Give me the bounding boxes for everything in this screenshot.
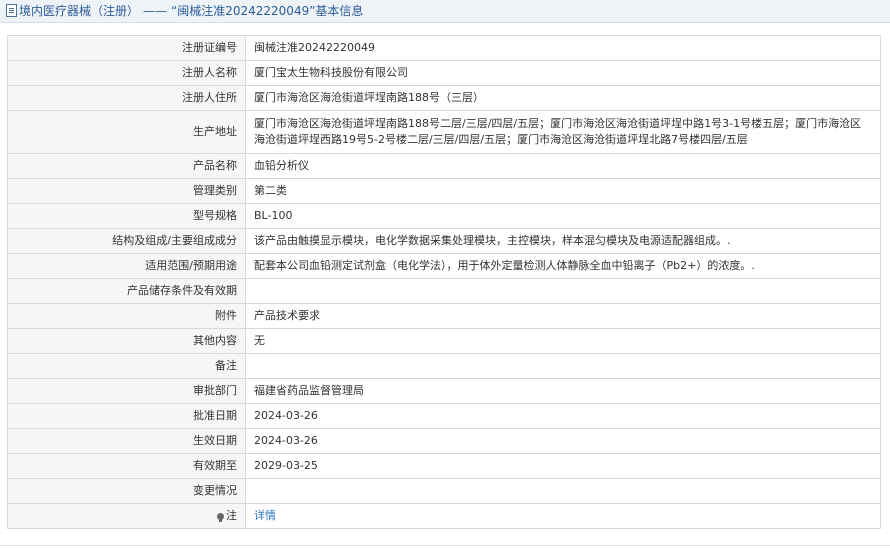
table-row: 产品名称 血铅分析仪 <box>7 153 881 179</box>
table-row: 注册人住所 厦门市海沧区海沧街道坪埕南路188号（三层） <box>7 85 881 111</box>
row-label: 变更情况 <box>7 478 246 504</box>
row-label: 生产地址 <box>7 110 246 154</box>
row-value <box>245 353 881 379</box>
table-row: 结构及组成/主要组成成分 该产品由触摸显示模块，电化学数据采集处理模块，主控模块… <box>7 228 881 254</box>
page-title: “闽械注准20242220049”基本信息 <box>171 4 364 18</box>
table-row: 注册人名称 厦门宝太生物科技股份有限公司 <box>7 60 881 86</box>
row-value: 配套本公司血铅测定试剂盒（电化学法），用于体外定量检测人体静脉全血中铅离子（Pb… <box>245 253 881 279</box>
title-separator: —— <box>143 4 168 18</box>
table-row: 有效期至 2029-03-25 <box>7 453 881 479</box>
table-row: 注册证编号 闽械注准20242220049 <box>7 35 881 61</box>
table-row: 产品储存条件及有效期 <box>7 278 881 304</box>
row-label: 附件 <box>7 303 246 329</box>
table-row: 附件 产品技术要求 <box>7 303 881 329</box>
row-value <box>245 478 881 504</box>
category-label: 境内医疗器械（注册） <box>19 4 140 18</box>
table-row: 适用范围/预期用途 配套本公司血铅测定试剂盒（电化学法），用于体外定量检测人体静… <box>7 253 881 279</box>
row-value: 厦门市海沧区海沧街道坪埕南路188号二层/三层/四层/五层；厦门市海沧区海沧街道… <box>245 110 881 154</box>
details-link[interactable]: 详情 <box>254 509 276 522</box>
row-value <box>245 278 881 304</box>
table-row: 变更情况 <box>7 478 881 504</box>
row-value: BL-100 <box>245 203 881 229</box>
row-label: 备注 <box>7 353 246 379</box>
row-value: 厦门宝太生物科技股份有限公司 <box>245 60 881 86</box>
note-label-cell: 注 <box>7 503 246 529</box>
lightbulb-icon <box>217 513 224 522</box>
row-label: 注册证编号 <box>7 35 246 61</box>
table-row: 管理类别 第二类 <box>7 178 881 204</box>
table-row: 生产地址 厦门市海沧区海沧街道坪埕南路188号二层/三层/四层/五层；厦门市海沧… <box>7 110 881 154</box>
row-label: 结构及组成/主要组成成分 <box>7 228 246 254</box>
page-title-bar: 境内医疗器械（注册） —— “闽械注准20242220049”基本信息 <box>0 0 890 23</box>
row-label: 适用范围/预期用途 <box>7 253 246 279</box>
row-value: 无 <box>245 328 881 354</box>
row-value: 2024-03-26 <box>245 403 881 429</box>
row-value: 血铅分析仪 <box>245 153 881 179</box>
row-label: 生效日期 <box>7 428 246 454</box>
row-value: 第二类 <box>245 178 881 204</box>
table-row: 批准日期 2024-03-26 <box>7 403 881 429</box>
row-label: 型号规格 <box>7 203 246 229</box>
row-value: 厦门市海沧区海沧街道坪埕南路188号（三层） <box>245 85 881 111</box>
note-row: 注 详情 <box>7 503 881 529</box>
table-row: 型号规格 BL-100 <box>7 203 881 229</box>
row-value: 2024-03-26 <box>245 428 881 454</box>
row-label: 产品名称 <box>7 153 246 179</box>
document-icon <box>6 4 17 17</box>
detail-table: 注册证编号 闽械注准20242220049 注册人名称 厦门宝太生物科技股份有限… <box>7 35 881 529</box>
row-label: 管理类别 <box>7 178 246 204</box>
row-value: 产品技术要求 <box>245 303 881 329</box>
row-label: 有效期至 <box>7 453 246 479</box>
table-row: 审批部门 福建省药品监督管理局 <box>7 378 881 404</box>
table-row: 备注 <box>7 353 881 379</box>
table-row: 其他内容 无 <box>7 328 881 354</box>
note-label: 注 <box>226 509 237 522</box>
table-row: 生效日期 2024-03-26 <box>7 428 881 454</box>
note-value-cell: 详情 <box>245 503 881 529</box>
row-label: 注册人住所 <box>7 85 246 111</box>
row-label: 审批部门 <box>7 378 246 404</box>
row-value: 2029-03-25 <box>245 453 881 479</box>
row-label: 产品储存条件及有效期 <box>7 278 246 304</box>
row-label: 其他内容 <box>7 328 246 354</box>
row-value: 闽械注准20242220049 <box>245 35 881 61</box>
row-value: 福建省药品监督管理局 <box>245 378 881 404</box>
row-label: 批准日期 <box>7 403 246 429</box>
bottom-divider <box>0 545 890 546</box>
row-label: 注册人名称 <box>7 60 246 86</box>
row-value: 该产品由触摸显示模块，电化学数据采集处理模块，主控模块，样本混匀模块及电源适配器… <box>245 228 881 254</box>
